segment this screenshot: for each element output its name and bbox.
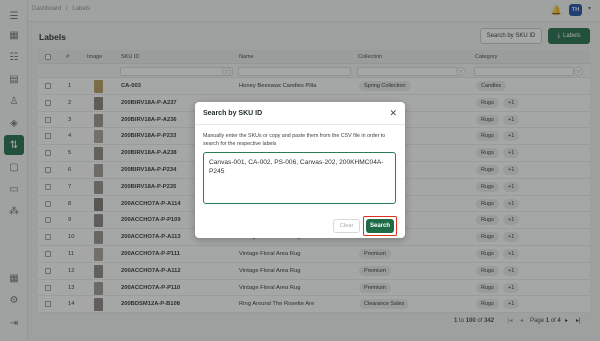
clear-button[interactable]: Clear — [333, 219, 360, 233]
search-by-sku-dialog: Search by SKU ID ✕ Manually enter the SK… — [195, 102, 405, 238]
search-button-highlight: Search — [363, 216, 397, 236]
dialog-title: Search by SKU ID — [203, 110, 263, 117]
search-button[interactable]: Search — [366, 219, 394, 233]
dialog-description: Manually enter the SKUs or copy and past… — [203, 133, 386, 147]
close-icon[interactable]: ✕ — [389, 108, 397, 119]
dialog-divider — [195, 124, 405, 125]
sku-input[interactable]: Canvas-001, CA-002, PS-006, Canvas-202, … — [203, 152, 396, 204]
